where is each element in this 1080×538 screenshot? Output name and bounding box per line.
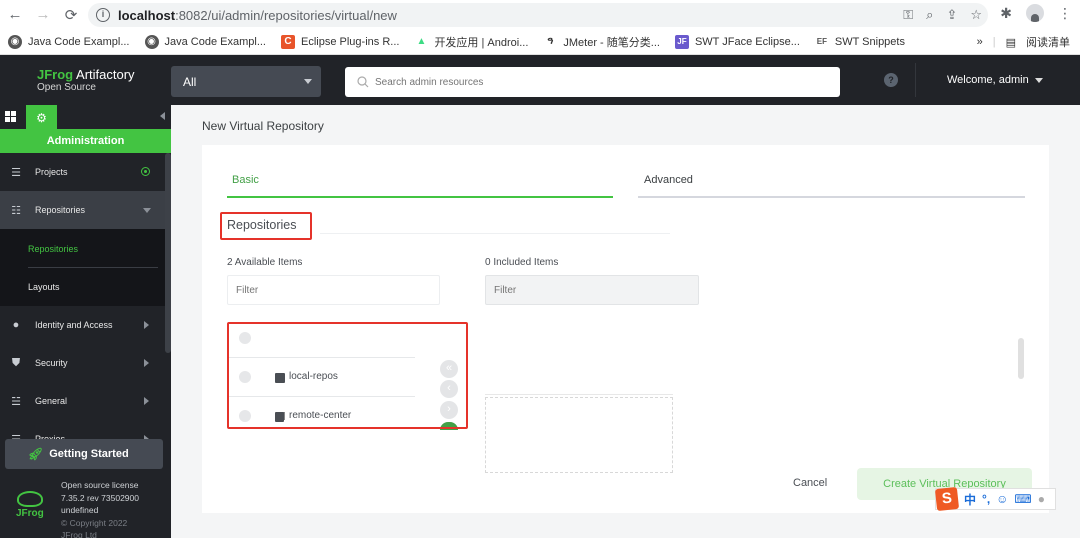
rocket-icon: 🚀︎ <box>28 447 44 461</box>
chevron-right-icon <box>144 359 149 367</box>
sidebar-subitem-repositories[interactable]: Repositories <box>28 244 78 254</box>
keyboard-icon[interactable]: ⌨ <box>1014 492 1031 506</box>
highlight-box <box>220 212 312 240</box>
emoji-icon[interactable]: ☺ <box>996 492 1008 506</box>
tab-advanced[interactable]: Advanced <box>644 174 693 186</box>
admin-gears-icon[interactable]: ⚙ <box>26 105 57 130</box>
forward-icon[interactable]: → <box>32 6 54 23</box>
chevron-down-icon <box>304 79 312 84</box>
reload-icon[interactable]: ⟳ <box>60 6 82 24</box>
shield-icon: ⛊ <box>11 356 21 369</box>
profile-avatar[interactable] <box>1026 4 1044 22</box>
chevron-down-icon <box>1034 77 1043 83</box>
bookmark-item[interactable]: C Eclipse Plug-ins R... <box>281 34 399 49</box>
projects-icon: ☰ <box>11 166 21 179</box>
chevron-right-icon <box>144 397 149 405</box>
key-icon[interactable]: ⚿ <box>903 7 913 23</box>
punctuation-icon[interactable]: °, <box>982 492 990 506</box>
zoom-icon[interactable]: ⌕ <box>926 7 933 23</box>
page-title: New Virtual Repository <box>202 119 324 133</box>
search-input[interactable] <box>375 76 775 88</box>
sliders-icon: ☱ <box>11 395 21 408</box>
highlight-box <box>227 322 468 429</box>
extensions-icon[interactable]: ✱ <box>1000 5 1012 22</box>
included-filter-input[interactable] <box>485 275 699 305</box>
address-bar[interactable]: i localhost:8082/ui/admin/repositories/v… <box>88 3 988 27</box>
chevron-down-icon <box>143 208 151 213</box>
sidebar: ⚙ Administration ☰ Projects ☷ Repositori… <box>0 105 171 538</box>
sidebar-footer: JFrog Open source license 7.35.2 rev 735… <box>0 477 171 538</box>
version-info: Open source license 7.35.2 rev 73502900 … <box>61 480 139 538</box>
reading-list-button[interactable]: 阅读清单 <box>1026 34 1070 50</box>
form-scrollbar[interactable] <box>1018 338 1024 379</box>
url-path: :8082/ui/admin/repositories/virtual/new <box>175 7 397 23</box>
sidebar-item-projects[interactable]: ☰ Projects <box>0 153 165 191</box>
jfrog-logo: JFrog <box>14 491 46 525</box>
reading-list-icon: ▤ <box>1005 36 1016 49</box>
star-icon[interactable]: ☆ <box>970 7 982 23</box>
back-icon[interactable]: ← <box>4 6 26 23</box>
bookmark-item[interactable]: ◉ Java Code Exampl... <box>8 34 130 49</box>
chinese-mode-icon[interactable]: 中 <box>964 491 976 508</box>
divider: | <box>992 36 996 48</box>
sidebar-item-security[interactable]: ⛊ Security <box>0 344 165 382</box>
application-grid-icon[interactable] <box>5 111 16 122</box>
getting-started-button[interactable]: 🚀︎ Getting Started <box>5 439 163 469</box>
feather-icon: ዓ <box>547 36 554 47</box>
browser-toolbar: ← → ⟳ i localhost:8082/ui/admin/reposito… <box>0 0 1080 29</box>
user-icon[interactable]: ● <box>1038 492 1045 506</box>
bookmark-item[interactable]: ◉ Java Code Exampl... <box>144 34 266 49</box>
url-host: localhost <box>118 7 176 23</box>
tab-basic-indicator <box>227 196 613 198</box>
status-dot-icon <box>141 167 150 176</box>
scope-select[interactable]: All <box>171 66 321 97</box>
sidebar-item-repositories[interactable]: ☷ Repositories <box>0 191 165 229</box>
header-divider <box>915 63 916 97</box>
main-content: New Virtual Repository Basic Advanced Re… <box>171 105 1080 538</box>
bookmark-item[interactable]: JF SWT JFace Eclipse... <box>674 34 800 49</box>
sidebar-submenu: Repositories Layouts <box>0 229 165 306</box>
app-logo[interactable]: JFrog Artifactory Open Source <box>37 68 135 94</box>
sogou-logo-icon[interactable]: S <box>934 486 960 512</box>
chevron-right-icon <box>144 321 149 329</box>
app-header: JFrog Artifactory Open Source All ? Welc… <box>0 55 1080 105</box>
android-icon: ▲ <box>416 36 427 47</box>
search-field[interactable] <box>345 67 840 97</box>
ime-toolbar: S 中 °, ☺ ⌨ ● <box>934 486 1056 512</box>
user-menu[interactable]: Welcome, admin <box>947 74 1043 86</box>
user-icon: ● <box>12 319 20 331</box>
bookmarks-bar: ◉ Java Code Exampl... ◉ Java Code Exampl..… <box>0 29 1080 55</box>
included-items-dropzone[interactable] <box>485 397 673 473</box>
administration-header: Administration <box>0 129 171 153</box>
bookmark-item[interactable]: EF SWT Snippets <box>815 35 905 49</box>
share-icon[interactable]: ⇪ <box>946 7 957 23</box>
jface-icon: JF <box>674 34 689 49</box>
available-filter-input[interactable] <box>227 275 440 305</box>
menu-icon[interactable]: ⋮ <box>1058 5 1072 22</box>
divider <box>320 233 670 234</box>
repositories-icon: ☷ <box>11 204 21 217</box>
info-icon[interactable]: i <box>96 8 110 22</box>
sidebar-subitem-layouts[interactable]: Layouts <box>28 282 60 292</box>
included-items-label: 0 Included Items <box>485 257 559 268</box>
ef-icon: EF <box>816 37 827 46</box>
bookmark-item[interactable]: ዓ JMeter - 随笔分类... <box>543 34 660 50</box>
search-icon <box>357 76 369 88</box>
c-icon: C <box>281 34 295 49</box>
collapse-sidebar-icon[interactable] <box>160 112 165 120</box>
globe-icon: ◉ <box>8 34 22 49</box>
sidebar-item-identity-access[interactable]: ● Identity and Access <box>0 306 165 344</box>
tab-basic[interactable]: Basic <box>232 174 259 186</box>
globe-icon: ◉ <box>144 34 159 49</box>
repository-form-card: Basic Advanced Repositories 2 Available … <box>202 145 1049 513</box>
divider <box>485 394 673 395</box>
sidebar-item-general[interactable]: ☱ General <box>0 382 165 420</box>
available-items-label: 2 Available Items <box>227 257 303 268</box>
divider <box>28 267 158 268</box>
help-icon[interactable]: ? <box>884 73 898 87</box>
cancel-button[interactable]: Cancel <box>793 477 827 489</box>
tab-advanced-indicator <box>638 196 1025 198</box>
bookmark-item[interactable]: ▲ 开发应用 | Androi... <box>414 34 528 50</box>
more-bookmarks-button[interactable]: » <box>977 36 983 48</box>
